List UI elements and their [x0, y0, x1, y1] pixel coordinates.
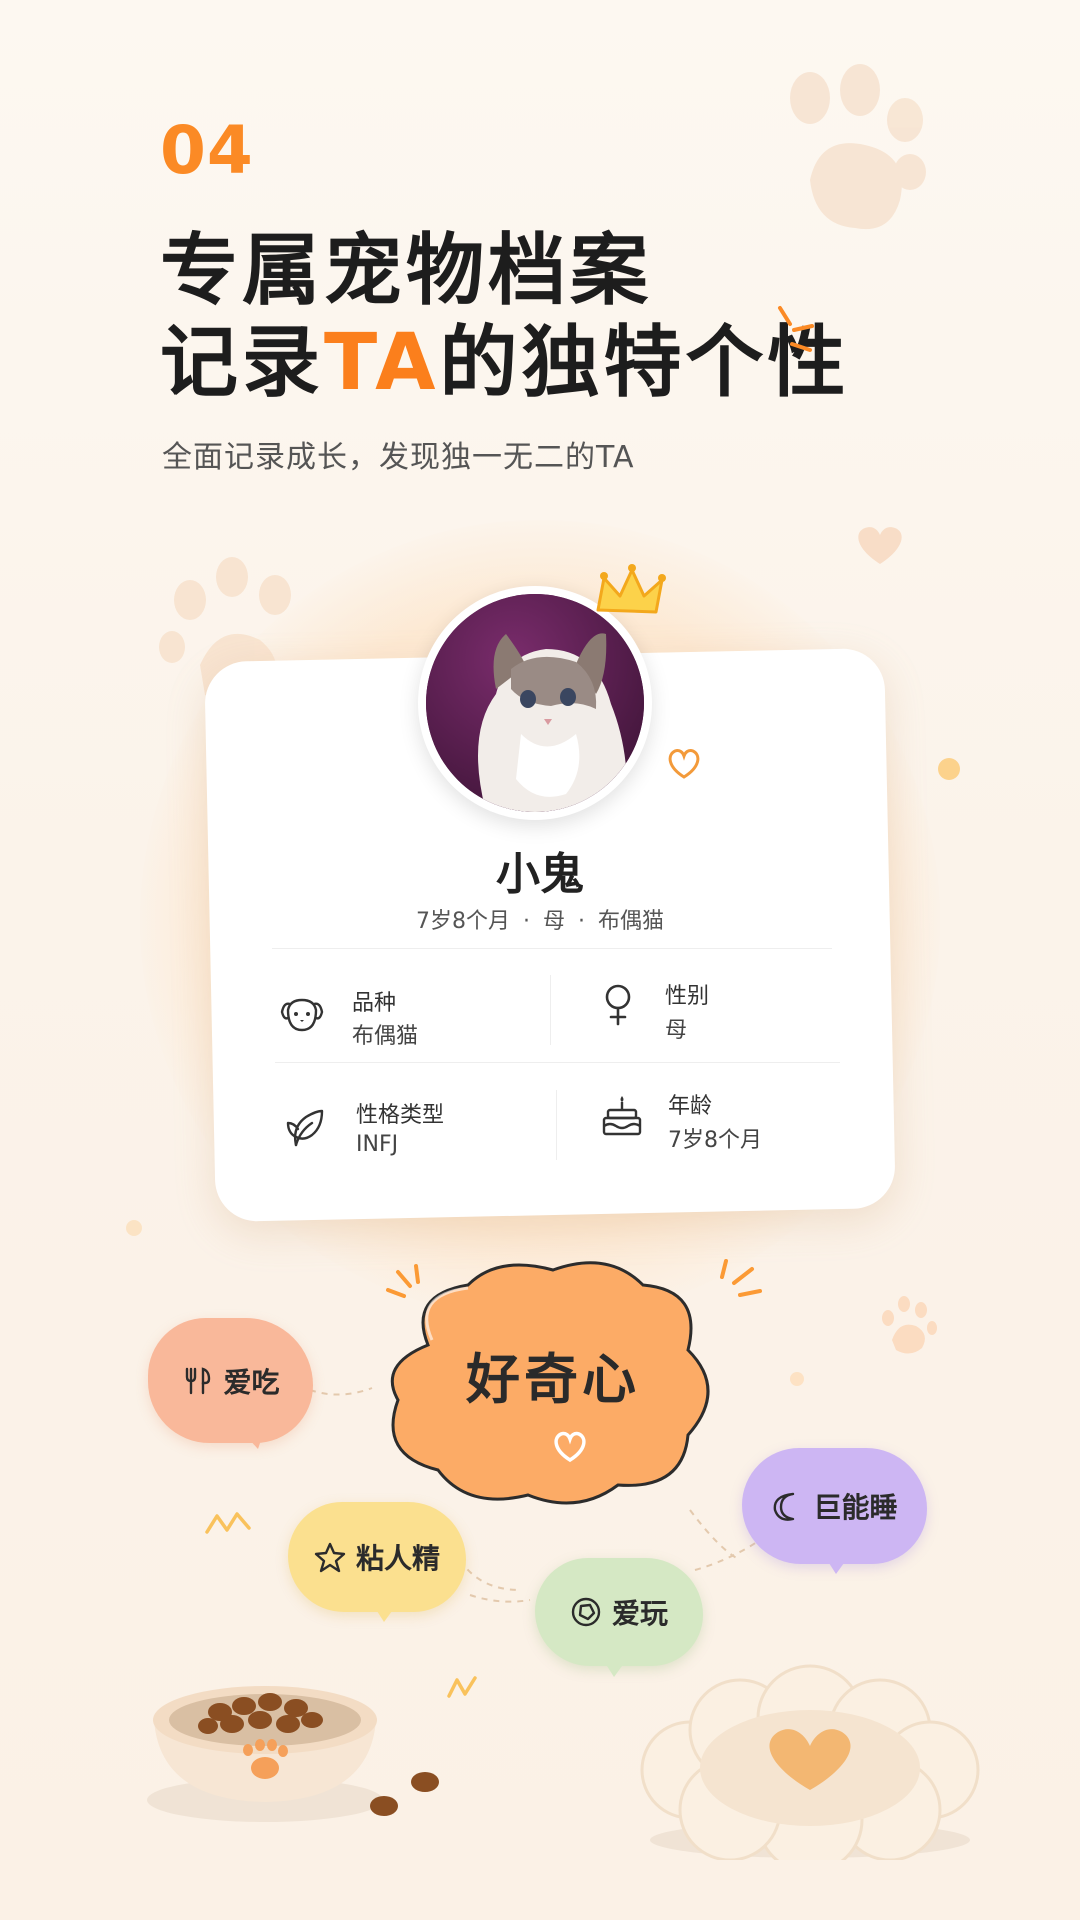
trait-tag-playful[interactable]: 爱玩: [535, 1558, 703, 1666]
trait-tag-clingy-label: 粘人精: [355, 1542, 440, 1575]
trait-tag-sleepy-label: 巨能睡: [813, 1491, 898, 1524]
trait-tag-playful-label: 爱玩: [611, 1597, 668, 1630]
trait-tag-clingy[interactable]: 粘人精: [288, 1502, 466, 1612]
bubble-tail: [600, 1655, 630, 1677]
bubble-tail: [822, 1552, 852, 1574]
utensils-icon: [186, 1366, 211, 1394]
ball-icon: [571, 1597, 601, 1627]
sparkle-lines-icon: [386, 1264, 420, 1298]
pet-bed-illustration: [640, 1664, 980, 1860]
food-bowl-illustration: [147, 1686, 383, 1822]
kibble-pieces: [370, 1772, 439, 1816]
squiggle-decoration: [447, 1676, 477, 1698]
squiggle-decoration: [205, 1512, 251, 1534]
bubble-tail: [370, 1600, 400, 1622]
heart-outline-icon: [554, 1431, 586, 1463]
main-trait-label: 好奇心: [466, 1348, 640, 1411]
trait-tag-sleepy[interactable]: 巨能睡: [742, 1448, 927, 1564]
trait-tag-eating[interactable]: 爱吃: [148, 1318, 313, 1443]
sparkle-lines-icon: [720, 1259, 762, 1297]
bubble-tail: [236, 1425, 266, 1449]
moon-icon: [774, 1492, 795, 1521]
trait-tag-eating-label: 爱吃: [223, 1365, 280, 1399]
star-icon: [314, 1542, 346, 1573]
